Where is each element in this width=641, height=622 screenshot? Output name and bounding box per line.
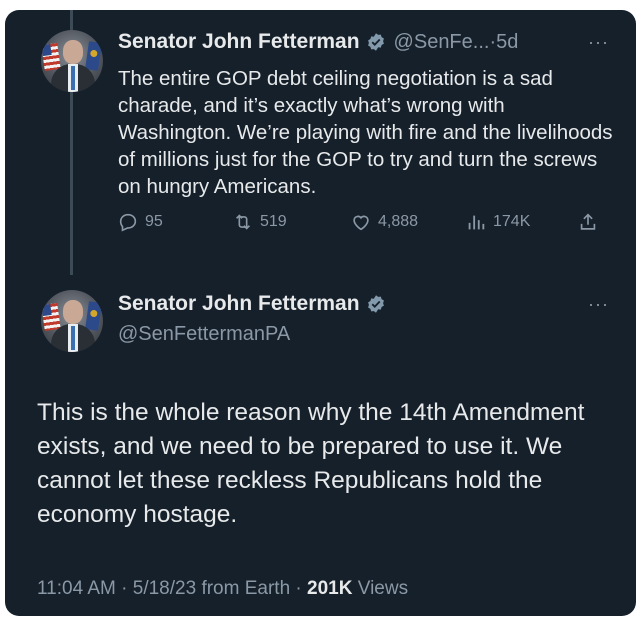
meta-separator: · [290, 578, 308, 599]
views-label: Views [357, 578, 409, 599]
avatar[interactable] [41, 30, 103, 92]
views-icon [468, 215, 485, 230]
avatar[interactable] [41, 290, 103, 352]
time-separator: · [489, 30, 497, 53]
retweet-count: 519 [260, 213, 287, 230]
tweet-meta: 11:04 AM · 5/18/23 from Earth · 201K Vie… [37, 578, 408, 600]
retweet-icon [235, 214, 251, 230]
meta-separator: · [115, 578, 133, 599]
share-button[interactable] [577, 211, 599, 233]
more-icon[interactable]: ··· [588, 32, 609, 53]
tweet-card: Senator John Fetterman @SenFe... · 5d ··… [5, 10, 636, 616]
reply-icon [119, 213, 137, 232]
author-handle[interactable]: @SenFettermanPA [118, 323, 290, 346]
views-button[interactable]: 174K [465, 211, 530, 233]
tweet1-text: The entire GOP debt ceiling negotiation … [118, 67, 613, 198]
tweet-time[interactable]: 11:04 AM [37, 578, 116, 599]
tweet2-text: This is the whole reason why the 14th Am… [37, 399, 585, 528]
verified-badge-icon [367, 33, 384, 51]
tweet1-header: Senator John Fetterman @SenFe... · 5d [118, 30, 518, 54]
like-icon [353, 215, 369, 231]
views-count: 201K [307, 578, 353, 599]
share-icon [580, 213, 596, 230]
tweet2-header: Senator John Fetterman [118, 292, 386, 316]
tweet-source: from Earth [201, 578, 291, 599]
retweet-button[interactable]: 519 [232, 211, 287, 233]
author-name[interactable]: Senator John Fetterman [118, 30, 360, 54]
like-button[interactable]: 4,888 [350, 211, 418, 233]
views-count: 174K [493, 213, 531, 230]
author-handle[interactable]: @SenFe... [394, 31, 490, 54]
like-count: 4,888 [378, 213, 419, 230]
tweet-age[interactable]: 5d [496, 31, 518, 54]
tweet-date[interactable]: 5/18/23 [133, 578, 196, 599]
verified-badge-icon [367, 295, 384, 313]
author-name[interactable]: Senator John Fetterman [118, 292, 360, 316]
reply-count: 95 [145, 213, 163, 230]
reply-button[interactable]: 95 [117, 211, 163, 233]
more-icon[interactable]: ··· [588, 294, 609, 315]
